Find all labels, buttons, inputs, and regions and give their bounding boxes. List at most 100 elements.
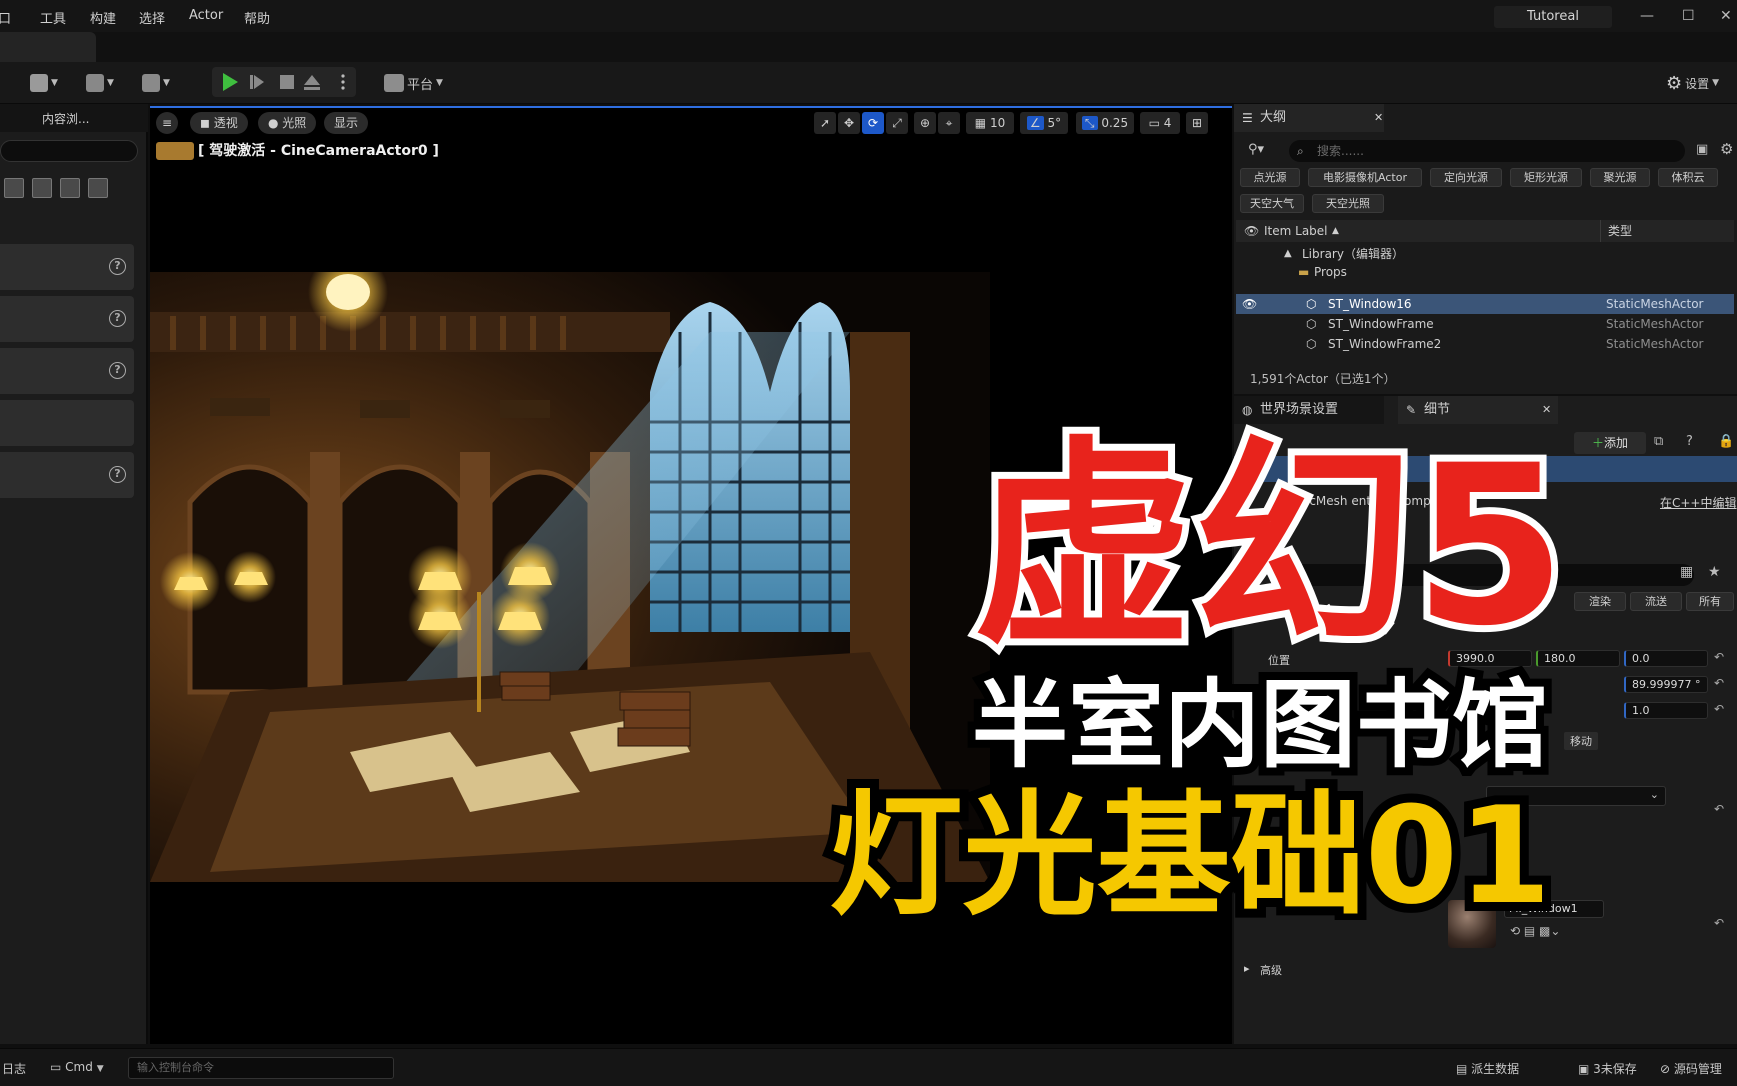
tree-row[interactable]: ▬ Props [1236,262,1734,282]
rotate-icon[interactable]: ⟳ [862,112,884,134]
outliner-search-input[interactable]: ⌕ 搜索...... [1289,140,1685,162]
stop-icon[interactable] [280,75,294,89]
grid-snap-button[interactable]: ▦ 10 [966,112,1014,134]
search-input[interactable] [0,140,138,162]
content-browser-tab[interactable]: 内容浏... [0,104,148,132]
output-log-button[interactable]: 日志 [2,1060,26,1077]
menu-help[interactable]: 帮助 [244,8,270,27]
level-viewport[interactable]: ≡ ◼ 透视 ● 光照 显示 [ 驾驶激活 - CineCameraActor0… [150,106,1232,1044]
help-icon[interactable]: ? [109,258,126,275]
camera-speed-button[interactable]: ▭ 4 [1140,112,1180,134]
category-row[interactable] [0,400,134,446]
derived-data-button[interactable]: ▤ 派生数据 [1456,1060,1519,1077]
surface-snap-icon[interactable]: ⌖ [938,112,960,134]
select-mode-icon[interactable]: ➚ [814,112,836,134]
translate-icon[interactable]: ✥ [838,112,860,134]
eye-icon[interactable]: 👁 [1242,294,1257,314]
material-thumbnail[interactable] [1448,900,1496,948]
advance-frame-icon[interactable] [254,75,264,89]
cinematics-button[interactable]: ▼ [142,71,170,95]
lighting-button[interactable]: ● 光照 [258,112,317,134]
column-type[interactable]: 类型 [1608,220,1632,242]
reset-icon[interactable]: ↶ [1714,802,1724,816]
edit-in-cpp-link[interactable]: 在C++中编辑 [1660,494,1737,511]
viewport-layout-icon[interactable]: ⊞ [1186,112,1208,134]
tree-row[interactable]: 👁 ⬡ ST_Window16 StaticMeshActor [1236,294,1734,314]
menu-tools[interactable]: 工具 [40,8,66,27]
filter-tab-rendering[interactable]: 渲染 [1574,592,1626,611]
menu-build[interactable]: 构建 [90,8,116,27]
world-settings-tab[interactable]: ◍ 世界场景设置 [1234,396,1384,424]
lock-icon[interactable]: 🔒 [1718,434,1734,449]
filter-chip-sky-atmosphere[interactable]: 天空大气 [1240,194,1304,213]
browse-icon[interactable]: ⟲ ▤ ▩⌄ [1510,924,1560,938]
mobility-movable[interactable]: 移动 [1564,732,1598,750]
play-icon[interactable] [223,73,238,91]
filter-chip-rect-light[interactable]: 矩形光源 [1510,168,1582,187]
settings-button[interactable]: ⚙ 设置 ▼ [1666,71,1719,95]
selected-component-row[interactable] [1234,456,1737,482]
filter-chip-directional-light[interactable]: 定向光源 [1430,168,1502,187]
reset-icon[interactable]: ↶ [1714,916,1724,930]
show-button[interactable]: 显示 [324,112,369,134]
location-x-field[interactable]: 3990.0 [1448,650,1532,667]
reset-icon[interactable]: ↶ [1714,650,1724,664]
advanced-section[interactable]: 高级 [1260,962,1282,978]
category-row[interactable]: ? [0,348,134,394]
tree-row[interactable]: ▲ Library（编辑器） [1236,244,1734,264]
eject-icon[interactable] [304,75,320,85]
unsaved-button[interactable]: ▣ 3未保存 [1578,1060,1637,1077]
filter-tab-all[interactable]: 所有 [1686,592,1734,611]
add-folder-icon[interactable]: ▣ [1696,142,1708,157]
outliner-tab[interactable]: ☰ 大纲 ✕ [1234,104,1384,132]
close-icon[interactable]: ✕ [1720,8,1732,24]
layers-icon[interactable] [88,178,108,198]
rotation-snap-button[interactable]: ∠ 5° [1020,112,1068,134]
filter-chip-sky-light[interactable]: 天空光照 [1312,194,1384,213]
location-z-field[interactable]: 0.0 [1624,650,1708,667]
filter-chip-cine-camera[interactable]: 电影摄像机Actor [1308,168,1422,187]
blueprint-icon[interactable]: ⧉ [1654,434,1663,449]
platform-button[interactable]: 平台 ▼ [384,71,443,95]
expand-arrow-icon[interactable]: ▸ [1244,962,1250,975]
filter-chip-spot-light[interactable]: 聚光源 [1590,168,1650,187]
minimize-icon[interactable]: — [1640,8,1654,24]
material-select-dropdown[interactable]: MI_Window1 [1504,900,1604,918]
reset-icon[interactable]: ↶ [1714,676,1724,690]
maximize-icon[interactable]: ☐ [1682,8,1695,24]
help-icon[interactable]: ? [109,466,126,483]
category-row[interactable]: ? [0,296,134,342]
volume-icon[interactable] [60,178,80,198]
help-icon[interactable]: ? [109,310,126,327]
shapes-icon[interactable] [32,178,52,198]
add-component-button[interactable]: ＋添加 [1574,432,1646,454]
add-actor-button[interactable]: ▼ [30,71,58,95]
eye-icon[interactable]: 👁 [1244,220,1259,242]
scale-icon[interactable]: ⤢ [886,112,908,134]
menu-actor[interactable]: Actor [189,8,223,23]
filter-chip-volumetric-cloud[interactable]: 体积云 [1658,168,1718,187]
tree-row[interactable]: ⬡ ST_WindowFrame StaticMeshActor [1236,314,1734,334]
console-command-input[interactable]: 输入控制台命令 [128,1057,394,1079]
filter-icon[interactable]: ⚲▾ [1248,142,1264,157]
menu-window[interactable]: 口 [0,8,11,27]
details-tab[interactable]: ✎ 细节 ✕ [1398,396,1558,424]
tree-row[interactable]: ⬡ ST_WindowFrame2 StaticMeshActor [1236,334,1734,354]
filter-chip-point-light[interactable]: 点光源 [1240,168,1300,187]
menu-select[interactable]: 选择 [139,8,165,27]
more-options-icon[interactable] [341,74,345,78]
category-row[interactable]: ? [0,244,134,290]
scale-snap-button[interactable]: ⤡ 0.25 [1076,112,1134,134]
close-icon[interactable]: ✕ [1374,104,1383,132]
help-icon[interactable]: ? [109,362,126,379]
filter-tab-streaming[interactable]: 流送 [1630,592,1682,611]
perspective-button[interactable]: ◼ 透视 [190,112,248,134]
level-tab[interactable] [0,32,96,62]
cmd-button[interactable]: ▭ Cmd ▼ [50,1060,104,1074]
star-icon[interactable]: ★ [1708,564,1721,580]
mesh-select-dropdown[interactable]: ⌄ [1486,786,1666,806]
geometry-icon[interactable] [4,178,24,198]
category-row[interactable]: ? [0,452,134,498]
hamburger-icon[interactable]: ≡ [156,112,178,134]
gear-icon[interactable]: ⚙ [1720,140,1733,158]
